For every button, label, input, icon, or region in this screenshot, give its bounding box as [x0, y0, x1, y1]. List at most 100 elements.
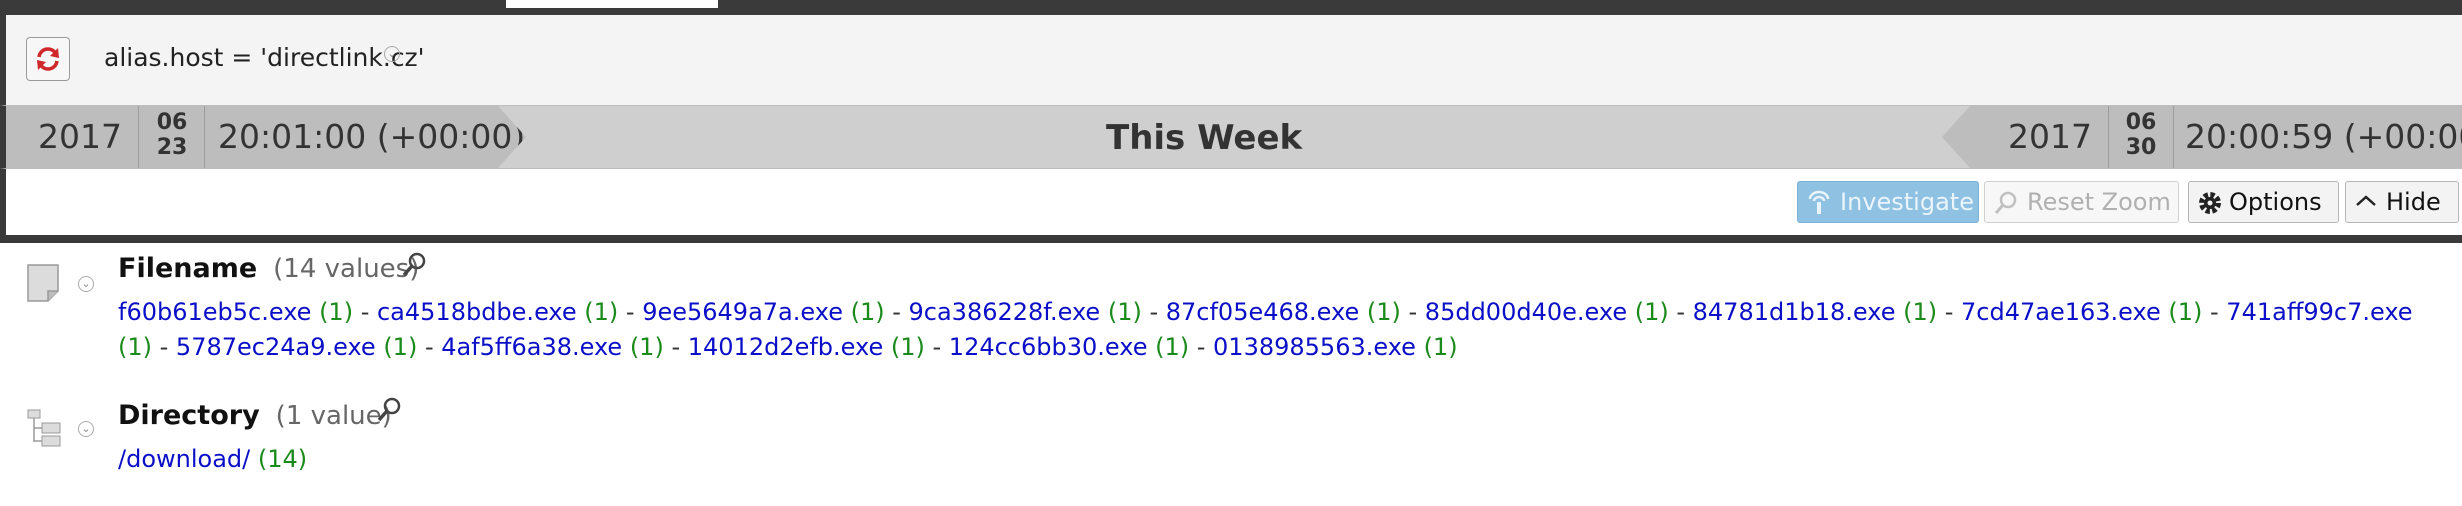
value-count: (1) [375, 333, 418, 361]
value-separator: - [152, 333, 176, 361]
value-link[interactable]: /download/ [118, 445, 250, 473]
value-count: (1) [118, 333, 152, 361]
query-text[interactable]: alias.host = 'directlink.cz' [104, 43, 425, 72]
reset-zoom-button[interactable]: Reset Zoom [1984, 181, 2179, 223]
refresh-icon [37, 47, 59, 71]
value-link[interactable]: 84781d1b18.exe [1693, 298, 1896, 326]
time-range-label[interactable]: This Week [1106, 118, 1302, 158]
start-month-day: 06 23 [149, 110, 195, 160]
caret-up-icon [2356, 195, 2376, 206]
value-link[interactable]: 87cf05e468.exe [1166, 298, 1360, 326]
chevron-down-icon[interactable]: ⌄ [384, 46, 400, 62]
value-separator: - [353, 298, 377, 326]
value-item: 9ee5649a7a.exe (1) [642, 298, 884, 326]
value-count: (1) [1100, 298, 1142, 326]
chevron-down-icon[interactable]: ⌄ [78, 421, 94, 437]
value-count: (1) [883, 333, 925, 361]
end-year: 2017 [2008, 117, 2092, 156]
panel-divider [0, 235, 2462, 243]
value-item: f60b61eb5c.exe (1) [118, 298, 353, 326]
value-count: (1) [2160, 298, 2203, 326]
value-separator: - [1937, 298, 1962, 326]
window-top-bar [0, 0, 2462, 15]
end-day: 30 [2125, 135, 2157, 160]
search-icon[interactable] [375, 396, 403, 424]
value-link[interactable]: 85dd00d40e.exe [1425, 298, 1627, 326]
value-separator: - [1189, 333, 1214, 361]
value-link[interactable]: 124cc6bb30.exe [949, 333, 1148, 361]
value-item: 85dd00d40e.exe (1) [1425, 298, 1669, 326]
section-title[interactable]: Filename (14 values) [118, 253, 419, 284]
divider [2173, 106, 2174, 168]
value-link[interactable]: f60b61eb5c.exe [118, 298, 311, 326]
value-link[interactable]: 14012d2efb.exe [688, 333, 884, 361]
end-month: 06 [2125, 110, 2157, 135]
value-count: (1) [1415, 333, 1458, 361]
filename-count: (14 values) [273, 254, 420, 284]
value-item: ca4518bdbe.exe (1) [377, 298, 618, 326]
value-link[interactable]: 4af5ff6a38.exe [441, 333, 622, 361]
value-count: (1) [1627, 298, 1669, 326]
query-row: alias.host = 'directlink.cz' ⌄ [0, 15, 2462, 105]
divider [204, 106, 205, 168]
value-count: (1) [622, 333, 664, 361]
end-month-day: 06 30 [2118, 110, 2164, 160]
investigate-button[interactable]: Investigate [1797, 181, 1979, 223]
value-separator: - [1400, 298, 1425, 326]
search-icon [1994, 191, 2017, 214]
document-icon [27, 264, 59, 302]
directory-values: /download/ (14) [118, 442, 2418, 477]
value-item: 84781d1b18.exe (1) [1693, 298, 1937, 326]
filename-values: f60b61eb5c.exe (1) - ca4518bdbe.exe (1) … [118, 295, 2418, 365]
value-separator: - [884, 298, 909, 326]
value-count: (14) [250, 445, 308, 473]
chevron-down-icon[interactable]: ⌄ [78, 276, 94, 292]
filename-title: Filename [118, 253, 258, 284]
time-range-bar: 2017 06 23 20:01:00 (+00:00) This Week 2… [0, 105, 2462, 169]
investigate-icon [1808, 190, 1830, 214]
value-count: (1) [576, 298, 619, 326]
start-day: 23 [156, 135, 188, 160]
directory-title: Directory [118, 400, 260, 431]
value-link[interactable]: ca4518bdbe.exe [377, 298, 577, 326]
value-link[interactable]: 9ee5649a7a.exe [642, 298, 843, 326]
search-icon[interactable] [400, 251, 428, 279]
value-count: (1) [311, 298, 354, 326]
value-link[interactable]: 7cd47ae163.exe [1961, 298, 2161, 326]
value-link[interactable]: 9ca386228f.exe [909, 298, 1101, 326]
options-button[interactable]: Options [2188, 181, 2339, 223]
value-link[interactable]: 741aff99c7.exe [2226, 298, 2412, 326]
value-item: /download/ (14) [118, 445, 307, 473]
action-bar: Investigate Reset Zoom Options Hide [0, 169, 2462, 235]
value-item: 87cf05e468.exe (1) [1166, 298, 1401, 326]
start-year: 2017 [38, 117, 122, 156]
value-item: 124cc6bb30.exe (1) [949, 333, 1189, 361]
value-separator: - [1668, 298, 1693, 326]
investigate-label: Investigate [1840, 188, 1974, 216]
start-time: 20:01:00 (+00:00) [218, 117, 526, 156]
hide-button[interactable]: Hide [2345, 181, 2459, 223]
end-time: 20:00:59 (+00:00) [2185, 117, 2462, 156]
refresh-button[interactable] [26, 37, 70, 81]
value-item: 0138985563.exe (1) [1213, 333, 1458, 361]
divider [138, 106, 139, 168]
section-title[interactable]: Directory (1 value) [118, 400, 392, 431]
value-item: 7cd47ae163.exe (1) [1961, 298, 2202, 326]
value-separator: - [924, 333, 949, 361]
value-count: (1) [842, 298, 885, 326]
options-label: Options [2229, 188, 2322, 216]
active-tab[interactable] [506, 0, 718, 8]
value-count: (1) [1895, 298, 1938, 326]
value-separator: - [1141, 298, 1166, 326]
value-count: (1) [1359, 298, 1401, 326]
value-item: 9ca386228f.exe (1) [909, 298, 1142, 326]
reset-zoom-label: Reset Zoom [2027, 188, 2171, 216]
value-separator: - [663, 333, 688, 361]
time-range-end[interactable]: 2017 06 30 20:00:59 (+00:00) [1942, 106, 2462, 168]
value-separator: - [2202, 298, 2227, 326]
value-link[interactable]: 5787ec24a9.exe [176, 333, 376, 361]
value-link[interactable]: 0138985563.exe [1213, 333, 1416, 361]
value-count: (1) [1147, 333, 1190, 361]
value-item: 4af5ff6a38.exe (1) [441, 333, 664, 361]
time-range-start[interactable]: 2017 06 23 20:01:00 (+00:00) [6, 106, 526, 168]
